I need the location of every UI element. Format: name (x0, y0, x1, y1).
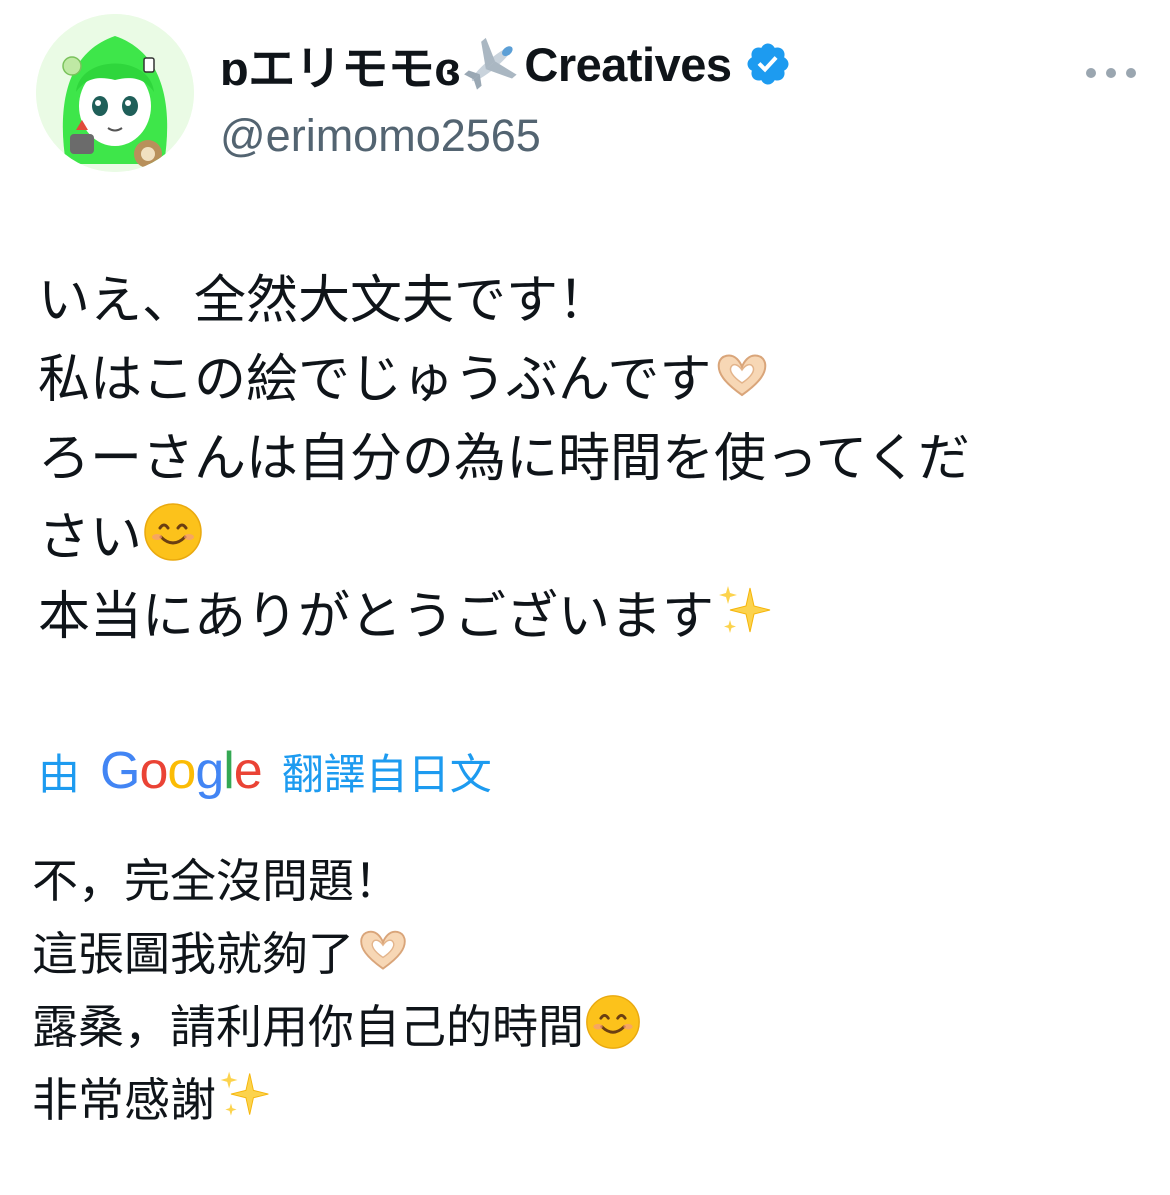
post-line: 本当にありがとうございます (38, 578, 1138, 657)
translated-line-text: 露桑，請利用你自己的時間 (32, 1000, 584, 1054)
google-letter: o (167, 742, 196, 800)
smiling-face-icon (142, 501, 204, 563)
translated-line: 露桑，請利用你自己的時間 (32, 991, 1132, 1064)
post-line-text: さい (38, 508, 143, 568)
heart-hands-icon (354, 920, 412, 978)
google-letter: G (100, 742, 140, 800)
google-letter: l (223, 742, 235, 800)
translated-line-text: 不，完全沒問題！ (32, 854, 400, 908)
avatar-image (36, 14, 194, 172)
post-line-text: いえ、全然大文夫です！ (38, 271, 611, 331)
post-line: さい (38, 499, 1138, 578)
sparkles-icon (216, 1066, 274, 1124)
translated-text: 不，完全沒問題！ 這張圖我就夠了 露桑，請利用你自己的時間 非常感謝 (32, 845, 1132, 1137)
display-name-prefix[interactable]: ɒエリモモɞ (220, 30, 461, 99)
post-line: 私はこの絵でじゅうぶんです (38, 341, 1138, 420)
translated-line: 不，完全沒問題！ (32, 845, 1132, 918)
post-line-text: 本当にありがとうございます (38, 587, 715, 647)
post-text: いえ、全然大文夫です！ 私はこの絵でじゅうぶんです ろーさんは自分の為に時間を使… (38, 262, 1138, 657)
user-handle[interactable]: @erimomo2565 (220, 110, 541, 162)
translated-line-text: 這張圖我就夠了 (32, 927, 354, 981)
tweet-header: ɒエリモモɞ Creatives @erimomo2565 (36, 14, 1136, 174)
display-name-suffix[interactable]: Creatives (524, 37, 732, 92)
more-dot (1126, 68, 1136, 78)
google-logo: G o o g l e (100, 741, 263, 801)
more-dot (1106, 68, 1116, 78)
display-name-row[interactable]: ɒエリモモɞ Creatives (220, 32, 792, 96)
heart-hands-icon (711, 343, 773, 405)
translate-attribution[interactable]: 由 G o o g l e 翻譯自日文 (38, 738, 492, 804)
translate-prefix: 由 (38, 749, 81, 799)
verified-icon[interactable] (744, 40, 792, 88)
translated-line: 非常感謝 (32, 1064, 1132, 1137)
more-dot (1086, 68, 1096, 78)
google-letter: o (139, 742, 168, 800)
avatar[interactable] (36, 14, 194, 172)
translated-line: 這張圖我就夠了 (32, 918, 1132, 991)
more-icon[interactable] (1086, 58, 1136, 88)
post-line-text: ろーさんは自分の為に時間を使ってくだ (38, 429, 970, 489)
smiling-face-icon (584, 993, 642, 1051)
post-line-text: 私はこの絵でじゅうぶんです (38, 350, 712, 410)
tweet: ɒエリモモɞ Creatives @erimomo2565 いえ、全然大文夫です… (0, 0, 1170, 1195)
translated-line-text: 非常感謝 (32, 1073, 216, 1127)
sparkles-icon (714, 580, 776, 642)
google-letter: g (195, 742, 224, 800)
post-line: ろーさんは自分の為に時間を使ってくだ (38, 420, 1138, 499)
airplane-icon (462, 36, 522, 92)
google-letter: e (233, 742, 263, 800)
translate-suffix: 翻譯自日文 (281, 749, 492, 799)
post-line: いえ、全然大文夫です！ (38, 262, 1138, 341)
